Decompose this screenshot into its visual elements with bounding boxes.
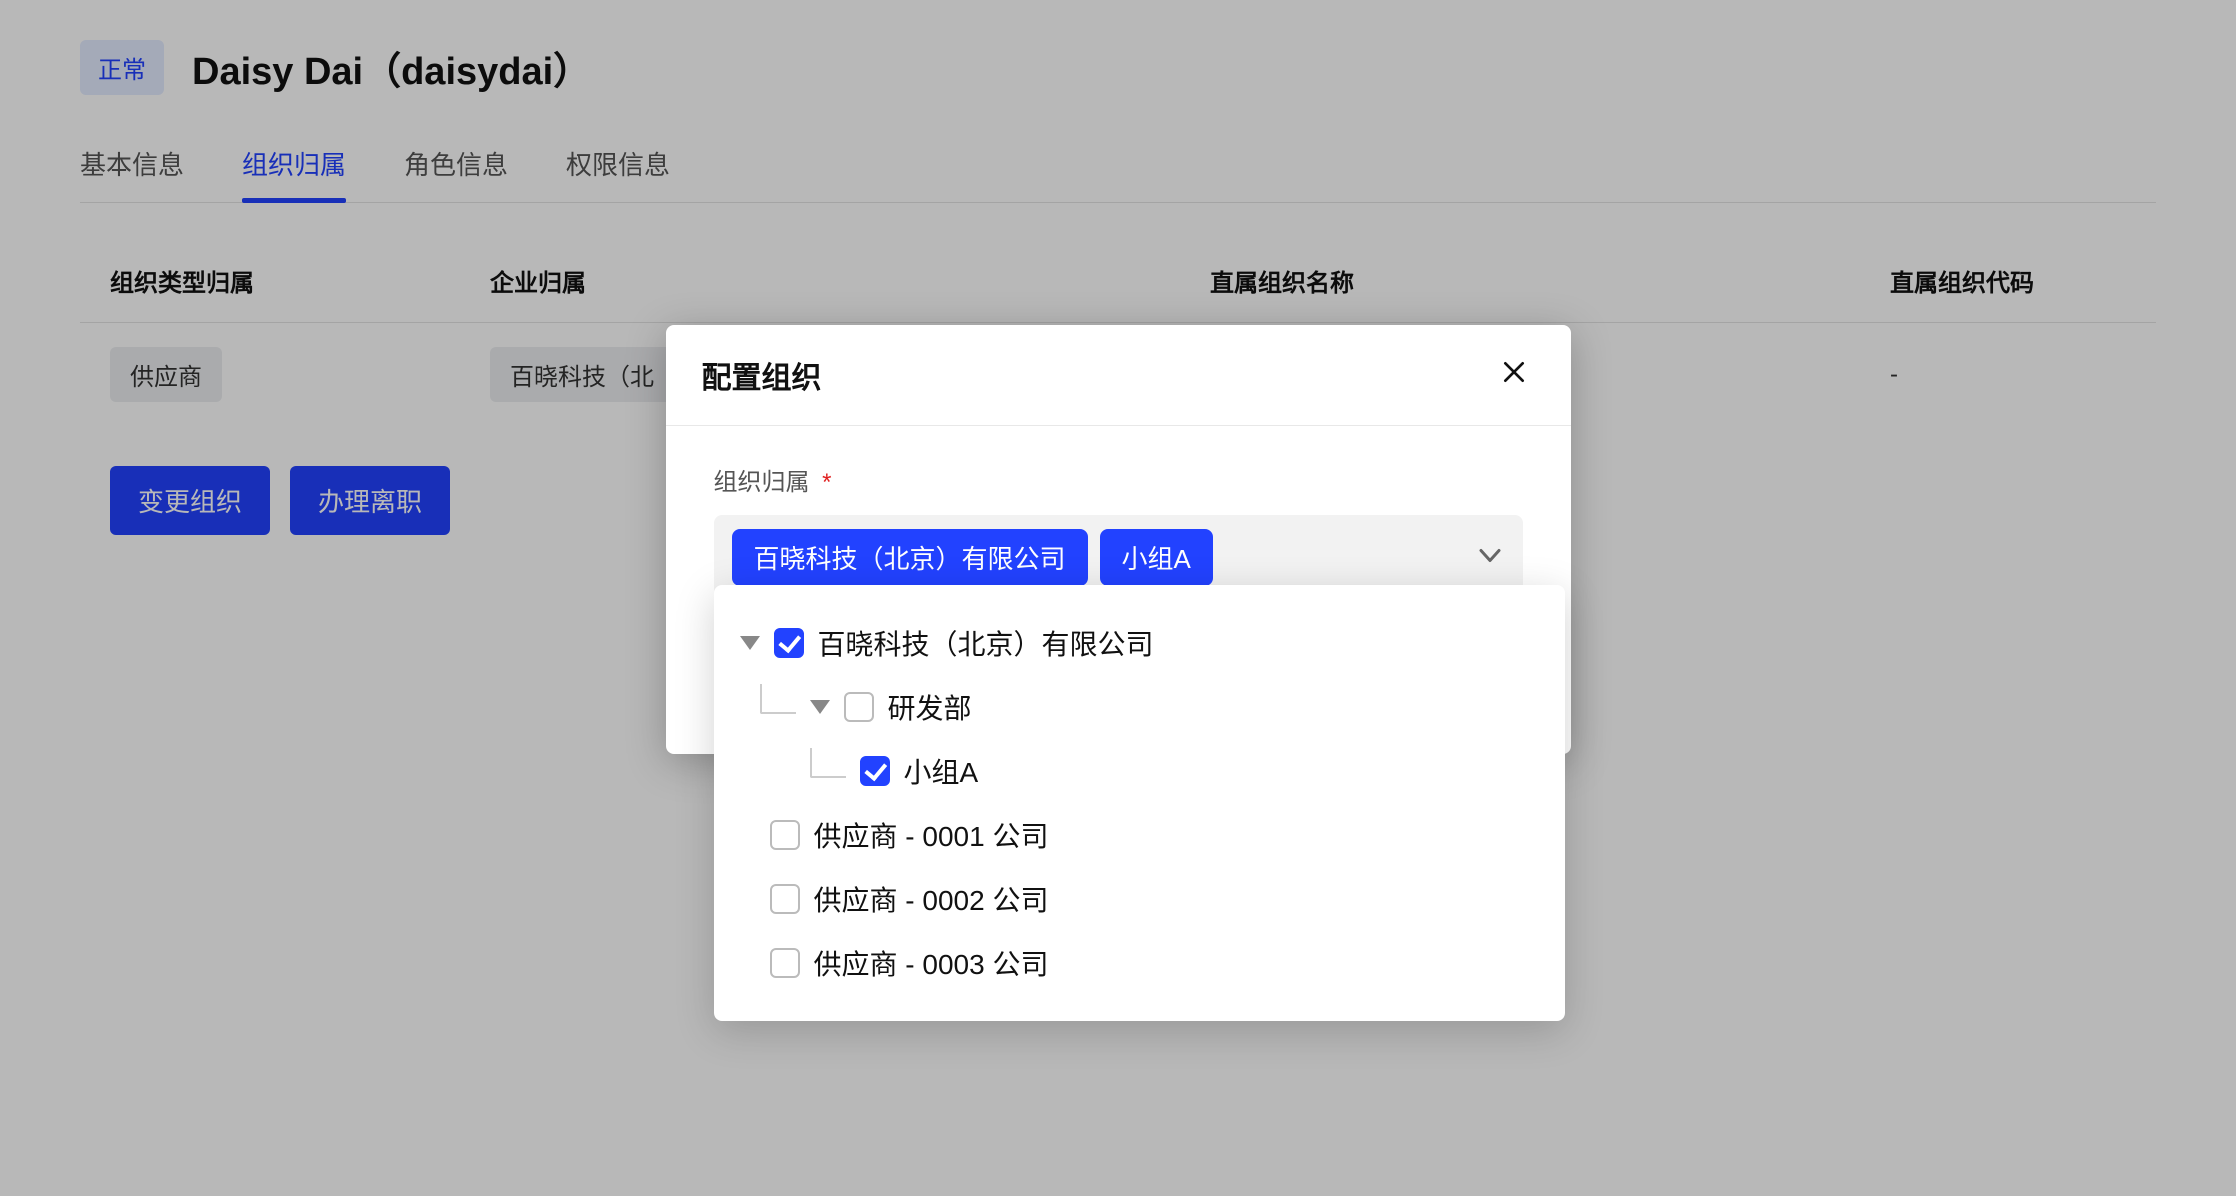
tree-node-supplier-3[interactable]: 供应商 - 0003 公司 [732, 931, 1555, 995]
checkbox-supplier-2[interactable] [770, 884, 800, 914]
org-tree-dropdown: 百晓科技（北京）有限公司 研发部 小组A 供应商 - 0001 公司 供应商 -… [714, 585, 1565, 1021]
modal-header: 配置组织 [666, 325, 1571, 426]
checkbox-dept[interactable] [844, 692, 874, 722]
tree-node-dept[interactable]: 研发部 [732, 675, 1555, 739]
chevron-down-icon [1479, 548, 1501, 567]
checkbox-root[interactable] [774, 628, 804, 658]
org-chip[interactable]: 小组A [1100, 529, 1213, 586]
tree-label: 研发部 [888, 687, 972, 727]
modal-title: 配置组织 [702, 353, 822, 397]
required-asterisk: * [822, 469, 831, 496]
tree-label: 供应商 - 0001 公司 [814, 815, 1049, 855]
tree-elbow-icon [760, 684, 796, 714]
tree-node-root[interactable]: 百晓科技（北京）有限公司 [732, 611, 1555, 675]
modal-overlay[interactable]: 配置组织 组织归属 * 百晓科技（北京）有限公司 小组A 存 [0, 0, 2236, 1196]
tree-node-supplier-1[interactable]: 供应商 - 0001 公司 [732, 803, 1555, 867]
tree-node-supplier-2[interactable]: 供应商 - 0002 公司 [732, 867, 1555, 931]
checkbox-supplier-3[interactable] [770, 948, 800, 978]
tree-label: 供应商 - 0002 公司 [814, 879, 1049, 919]
caret-icon[interactable] [810, 700, 830, 714]
org-field-label-text: 组织归属 [714, 469, 810, 496]
tree-label: 百晓科技（北京）有限公司 [818, 623, 1154, 663]
close-icon[interactable] [1493, 355, 1535, 395]
configure-org-modal: 配置组织 组织归属 * 百晓科技（北京）有限公司 小组A 存 [666, 325, 1571, 754]
tree-label: 小组A [904, 751, 979, 791]
checkbox-team[interactable] [860, 756, 890, 786]
caret-icon[interactable] [740, 636, 760, 650]
tree-node-team[interactable]: 小组A [732, 739, 1555, 803]
tree-label: 供应商 - 0003 公司 [814, 943, 1049, 983]
org-chip[interactable]: 百晓科技（北京）有限公司 [732, 529, 1088, 586]
org-field-label: 组织归属 * [714, 462, 1523, 497]
checkbox-supplier-1[interactable] [770, 820, 800, 850]
tree-elbow-icon [810, 748, 846, 778]
